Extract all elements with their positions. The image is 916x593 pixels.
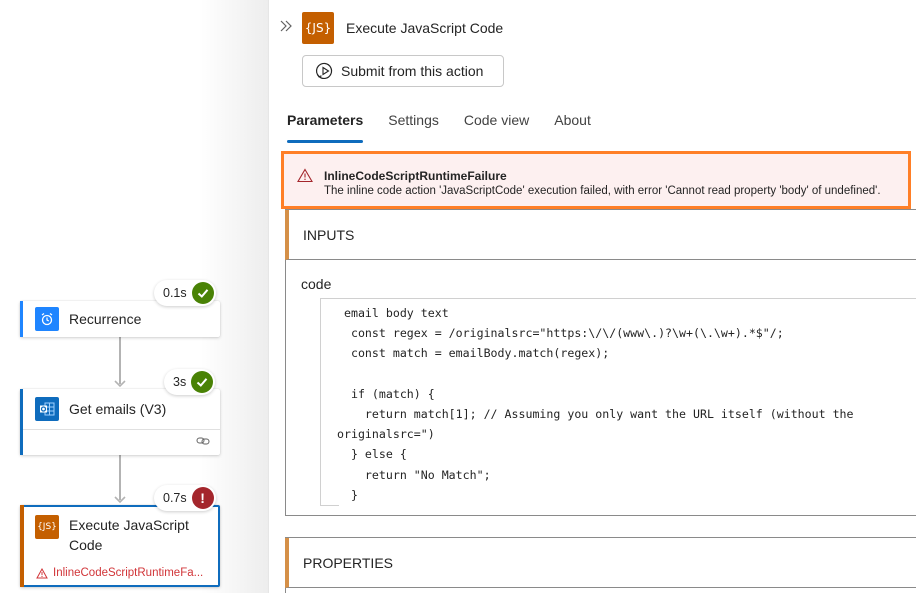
run-status-badge: 0.7s ! xyxy=(154,485,216,511)
properties-header[interactable]: PROPERTIES xyxy=(285,538,916,588)
submit-from-action-button[interactable]: Submit from this action xyxy=(302,55,504,87)
tab-code-view[interactable]: Code view xyxy=(464,112,529,144)
code-line: originalsrc=") xyxy=(337,427,435,442)
node-accent xyxy=(20,301,23,337)
outlook-icon xyxy=(35,397,59,421)
success-check-icon xyxy=(191,371,214,393)
javascript-icon: {JS} xyxy=(35,515,59,539)
code-line: } xyxy=(337,487,358,502)
duration: 0.7s xyxy=(163,491,187,505)
arrow-down-icon xyxy=(114,496,126,504)
action-details-panel: {JS} Execute JavaScript Code Submit from… xyxy=(268,0,916,593)
node-error: InlineCodeScriptRuntimeFa... xyxy=(36,567,203,579)
workflow-canvas: Recurrence 0.1s Get emails (V3) 3s {JS} … xyxy=(0,0,268,593)
code-line: return "No Match"; xyxy=(337,467,491,482)
run-status-badge: 3s xyxy=(164,369,216,395)
node-title: Get emails (V3) xyxy=(69,401,167,417)
error-message: The inline code action 'JavaScriptCode' … xyxy=(324,185,881,197)
code-line: return match[1]; // Assuming you only wa… xyxy=(337,407,854,422)
duration: 3s xyxy=(173,375,187,389)
tab-parameters[interactable]: Parameters xyxy=(287,112,364,144)
play-resubmit-icon xyxy=(315,62,333,79)
properties-title: PROPERTIES xyxy=(303,554,393,571)
arrow-down-icon xyxy=(114,380,126,388)
panel-title: Execute JavaScript Code xyxy=(346,20,504,36)
error-banner: InlineCodeScriptRuntimeFailure The inlin… xyxy=(281,151,911,209)
error-exclamation-icon: ! xyxy=(191,487,214,509)
node-footer xyxy=(23,429,220,455)
code-text: email body text const regex = /originals… xyxy=(337,303,854,505)
tab-settings[interactable]: Settings xyxy=(388,112,439,144)
node-title: Recurrence xyxy=(69,311,142,327)
panel-tabs: Parameters Settings Code view About xyxy=(287,112,616,144)
code-value-box: email body text const regex = /originals… xyxy=(320,298,916,506)
run-status-badge: 0.1s xyxy=(154,280,216,306)
success-check-icon xyxy=(191,282,214,304)
node-recurrence[interactable]: Recurrence xyxy=(20,301,220,337)
code-line: } else { xyxy=(337,447,407,462)
error-title: InlineCodeScriptRuntimeFailure xyxy=(324,169,507,183)
code-line: const regex = /originalsrc="https:\/\/(w… xyxy=(337,326,784,341)
properties-section: PROPERTIES xyxy=(285,537,916,593)
collapse-panel-icon[interactable] xyxy=(279,18,293,34)
link-icon xyxy=(196,437,210,445)
connector-line xyxy=(119,337,121,384)
code-line: email body text xyxy=(337,306,449,320)
code-line: if (match) { xyxy=(337,386,435,401)
submit-button-label: Submit from this action xyxy=(341,63,484,79)
code-line: const match = emailBody.match(regex); xyxy=(337,346,610,361)
inputs-header[interactable]: INPUTS S xyxy=(285,210,916,260)
inputs-title: INPUTS xyxy=(303,226,355,243)
connector-line xyxy=(119,455,121,500)
icon-label: {JS} xyxy=(304,21,332,35)
node-get-emails[interactable]: Get emails (V3) xyxy=(20,389,220,455)
node-execute-javascript[interactable]: {JS} Execute JavaScript Code InlineCodeS… xyxy=(20,505,220,587)
code-field-label: code xyxy=(301,276,332,292)
warning-icon xyxy=(297,168,313,183)
node-title: Execute JavaScript Code xyxy=(69,517,189,553)
node-accent xyxy=(20,505,24,587)
javascript-icon: {JS} xyxy=(302,12,334,44)
alarm-clock-icon xyxy=(35,307,59,331)
warning-icon xyxy=(36,567,48,578)
node-error-text: InlineCodeScriptRuntimeFa... xyxy=(53,567,204,579)
duration: 0.1s xyxy=(163,286,187,300)
tab-about[interactable]: About xyxy=(554,112,591,144)
